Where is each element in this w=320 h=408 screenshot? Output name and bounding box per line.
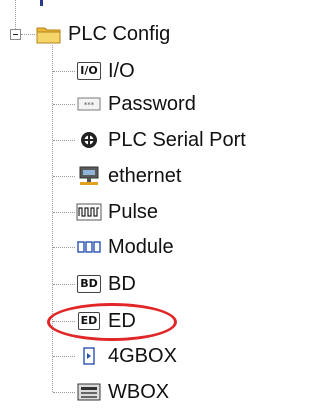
tree-connector	[53, 392, 75, 393]
tree-node-label: Password	[108, 92, 196, 115]
tree-node-wbox[interactable]: WBOX	[76, 377, 169, 407]
tree-connector	[53, 356, 75, 357]
tree-node-io[interactable]: I/O I/O	[76, 56, 135, 86]
tree-node-label: Module	[108, 235, 174, 258]
tree-node-label: BD	[108, 272, 136, 295]
tree-node-label: PLC Config	[68, 22, 171, 45]
tree-connector	[53, 71, 75, 72]
pulse-icon	[76, 201, 102, 223]
tree-connector	[53, 176, 75, 177]
tree-node-label: Pulse	[108, 200, 159, 223]
bd-badge: BD	[77, 275, 101, 293]
tree-node-4gbox[interactable]: 4GBOX	[76, 341, 177, 371]
svg-text:***: ***	[84, 101, 95, 109]
tree-connector	[53, 104, 75, 105]
tree-connector	[53, 140, 75, 141]
collapse-toggle[interactable]	[10, 29, 21, 40]
tree-node-label: PLC Serial Port	[108, 128, 246, 151]
tree-node-label: ethernet	[108, 164, 182, 187]
tree-line-children	[52, 45, 53, 392]
bd-icon: BD	[76, 273, 102, 295]
tree-node-plc-config[interactable]: PLC Config	[36, 19, 170, 49]
4gbox-icon	[76, 345, 102, 367]
tree-node-plc-serial-port[interactable]: PLC Serial Port	[76, 125, 246, 155]
tree-connector	[53, 284, 75, 285]
folder-icon	[36, 23, 62, 45]
project-tree: PLC Config I/O I/O *** Password PLC Seri…	[0, 0, 316, 408]
module-icon	[76, 236, 102, 258]
password-icon: ***	[76, 93, 102, 115]
annotation-circle	[47, 303, 177, 341]
tree-node-label: WBOX	[108, 380, 170, 403]
tree-node-password[interactable]: *** Password	[76, 89, 196, 119]
io-badge: I/O	[77, 62, 101, 80]
tree-node-bd[interactable]: BD BD	[76, 269, 136, 299]
tree-node-ethernet[interactable]: ethernet	[76, 161, 181, 191]
io-icon: I/O	[76, 60, 102, 82]
tree-node-module[interactable]: Module	[76, 232, 174, 262]
tree-connector	[53, 247, 75, 248]
tree-node-label: 4GBOX	[108, 344, 177, 367]
tree-node-label: I/O	[108, 59, 135, 82]
tree-line-root	[21, 34, 35, 35]
tree-connector	[53, 212, 75, 213]
serial-port-icon	[76, 129, 102, 151]
ethernet-icon	[76, 165, 102, 187]
previous-item-fragment	[40, 0, 43, 6]
tree-node-pulse[interactable]: Pulse	[76, 197, 158, 227]
wbox-icon	[76, 381, 102, 403]
